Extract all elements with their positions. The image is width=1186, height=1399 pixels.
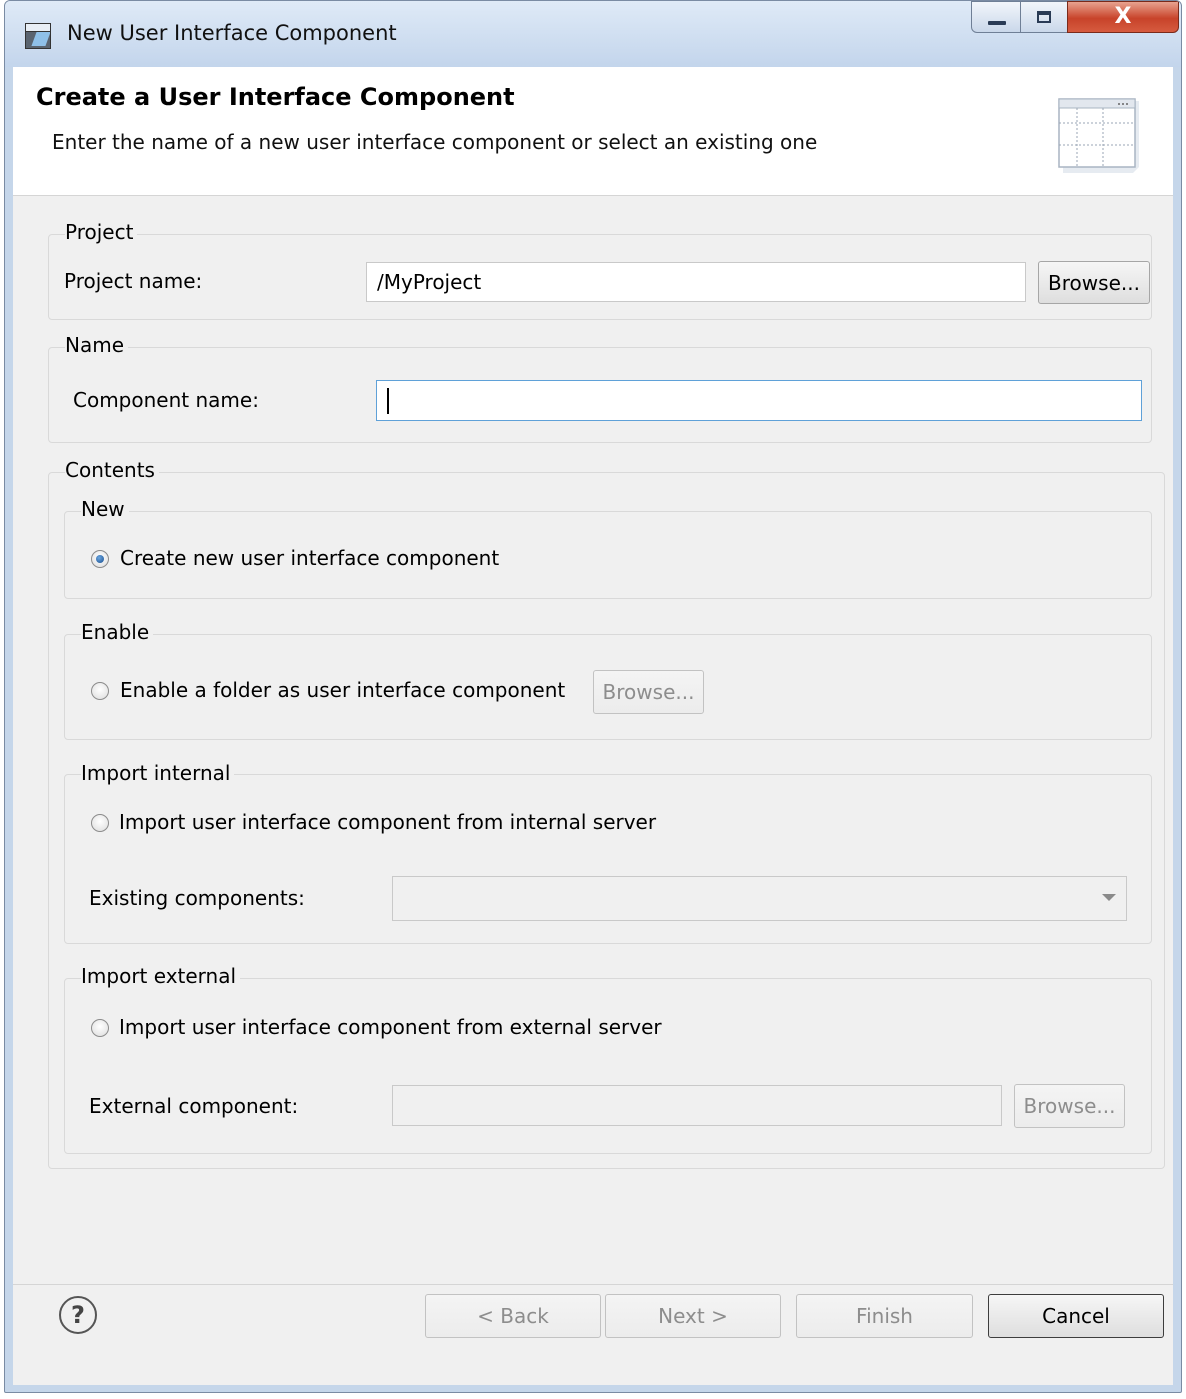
enable-folder-radio[interactable] [91, 682, 109, 700]
back-button[interactable]: < Back [425, 1294, 601, 1338]
import-internal-radio[interactable] [91, 814, 109, 832]
wizard-description: Enter the name of a new user interface c… [52, 130, 818, 154]
next-button[interactable]: Next > [605, 1294, 781, 1338]
external-browse-button[interactable]: Browse... [1014, 1084, 1125, 1128]
create-new-radio[interactable] [91, 550, 109, 568]
maximize-button[interactable] [1020, 1, 1068, 33]
component-name-label: Component name: [73, 388, 259, 412]
external-component-input[interactable] [392, 1085, 1002, 1126]
import-internal-radio-label[interactable]: Import user interface component from int… [119, 810, 656, 834]
close-button[interactable]: X [1067, 1, 1179, 33]
wizard-header: Create a User Interface Component Enter … [13, 67, 1173, 196]
minimize-icon [988, 21, 1006, 25]
project-group-label: Project [65, 220, 138, 244]
import-external-group-label: Import external [81, 964, 241, 988]
finish-button[interactable]: Finish [796, 1294, 973, 1338]
dialog-window: New User Interface Component X Create a … [4, 0, 1182, 1393]
footer-divider [13, 1284, 1173, 1285]
project-name-label: Project name: [64, 269, 203, 293]
enable-folder-radio-label[interactable]: Enable a folder as user interface compon… [120, 678, 565, 702]
text-cursor [387, 387, 389, 414]
maximize-icon [1037, 11, 1051, 23]
window-title: New User Interface Component [67, 21, 397, 45]
cancel-button[interactable]: Cancel [988, 1294, 1164, 1338]
import-external-radio[interactable] [91, 1019, 109, 1037]
project-name-value: /MyProject [377, 270, 482, 294]
project-name-input[interactable]: /MyProject [366, 262, 1026, 302]
new-group-label: New [81, 497, 129, 521]
dialog-client-area: Create a User Interface Component Enter … [13, 67, 1173, 1385]
close-icon: X [1114, 4, 1132, 29]
external-component-label: External component: [89, 1094, 299, 1118]
wizard-banner-icon [1058, 98, 1139, 173]
import-internal-group-label: Import internal [81, 761, 235, 785]
minimize-button[interactable] [971, 1, 1021, 33]
name-group-label: Name [65, 333, 129, 357]
existing-components-label: Existing components: [89, 886, 305, 910]
existing-components-combo[interactable] [392, 876, 1127, 921]
create-new-radio-label[interactable]: Create new user interface component [120, 546, 499, 570]
wizard-title: Create a User Interface Component [36, 83, 515, 111]
import-external-radio-label[interactable]: Import user interface component from ext… [119, 1015, 662, 1039]
project-browse-button[interactable]: Browse... [1038, 261, 1150, 304]
enable-browse-button[interactable]: Browse... [593, 670, 704, 714]
enable-group-label: Enable [81, 620, 154, 644]
help-icon[interactable]: ? [59, 1296, 97, 1334]
import-external-group [64, 978, 1152, 1154]
dropdown-arrow-icon [1102, 894, 1116, 901]
eclipse-window-icon [25, 23, 51, 49]
contents-group-label: Contents [65, 458, 159, 482]
component-name-input[interactable] [376, 380, 1142, 421]
